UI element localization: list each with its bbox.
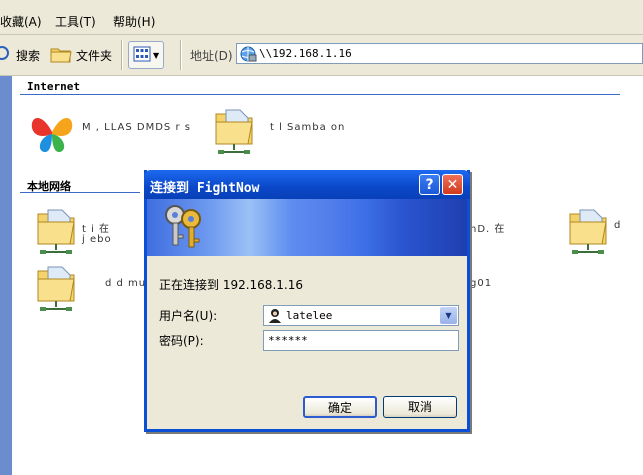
- network-folder-icon: [34, 266, 78, 318]
- list-item[interactable]: [34, 265, 78, 318]
- msn-butterfly-icon: [28, 118, 76, 157]
- address-input[interactable]: \\192.168.1.16: [259, 47, 352, 60]
- cancel-button[interactable]: 取消: [383, 396, 457, 418]
- dialog-title: 连接到 FightNow: [150, 181, 260, 196]
- menu-favorites[interactable]: 收藏(A): [0, 13, 42, 30]
- password-label: 密码(P):: [159, 334, 204, 348]
- left-pane-edge: [0, 76, 12, 475]
- menu-bar: 收藏(A) 工具(T) 帮助(H): [0, 0, 643, 35]
- item-label: d: [614, 220, 622, 231]
- network-folder-icon: [34, 209, 78, 261]
- item-label: g01: [470, 278, 493, 289]
- item-label: M , LLAS DMDS r s: [82, 122, 191, 133]
- address-label: 地址(D): [190, 49, 233, 63]
- keys-icon: [161, 203, 211, 256]
- menu-help[interactable]: 帮助(H): [113, 13, 155, 30]
- password-value: ******: [268, 334, 308, 347]
- network-folder-icon: [566, 209, 610, 261]
- connect-dialog: 连接到 FightNow ? ✕ 正在连接到 192.168.1.16 用户名(…: [144, 170, 470, 432]
- help-icon: ?: [425, 177, 434, 193]
- list-item[interactable]: [28, 110, 76, 157]
- list-item[interactable]: [566, 208, 610, 261]
- toolbar: 搜索 文件夹 ▼ 地址(D) \\192.168.1.16: [0, 35, 643, 76]
- item-label: j ebo: [82, 234, 112, 245]
- chevron-down-icon: ▼: [153, 50, 160, 60]
- search-icon: [0, 44, 12, 67]
- views-icon: [133, 46, 151, 65]
- address-bar[interactable]: \\192.168.1.16: [236, 43, 643, 64]
- views-button[interactable]: ▼: [128, 41, 164, 69]
- list-item[interactable]: [212, 108, 256, 161]
- ok-button[interactable]: 确定: [303, 396, 377, 418]
- help-button[interactable]: ?: [419, 174, 440, 195]
- password-field[interactable]: ******: [263, 330, 459, 351]
- network-globe-icon: [239, 45, 257, 66]
- username-dropdown-button[interactable]: ▼: [440, 307, 457, 324]
- folders-label: 文件夹: [76, 48, 113, 63]
- connecting-text: 正在连接到 192.168.1.16: [159, 278, 303, 292]
- close-button[interactable]: ✕: [442, 174, 463, 195]
- close-icon: ✕: [446, 177, 459, 193]
- user-icon: [268, 308, 282, 326]
- network-folder-icon: [212, 109, 256, 161]
- menu-tools[interactable]: 工具(T): [55, 13, 96, 30]
- folders-button[interactable]: 文件夹: [50, 41, 112, 69]
- list-item[interactable]: [34, 208, 78, 261]
- item-label: hD. 在: [470, 224, 506, 235]
- chevron-down-icon: ▼: [445, 311, 452, 320]
- username-label: 用户名(U):: [159, 309, 218, 323]
- dialog-banner: [147, 199, 467, 256]
- item-label: t i 在: [82, 224, 111, 235]
- search-label: 搜索: [16, 48, 41, 63]
- username-combobox[interactable]: latelee ▼: [263, 305, 459, 326]
- dialog-titlebar[interactable]: 连接到 FightNow ? ✕: [144, 170, 470, 199]
- item-label: t l Samba on: [270, 122, 346, 133]
- username-value: latelee: [286, 309, 333, 322]
- section-title-internet: Internet: [27, 80, 80, 93]
- search-button[interactable]: 搜索: [0, 41, 40, 69]
- folder-icon: [50, 44, 72, 67]
